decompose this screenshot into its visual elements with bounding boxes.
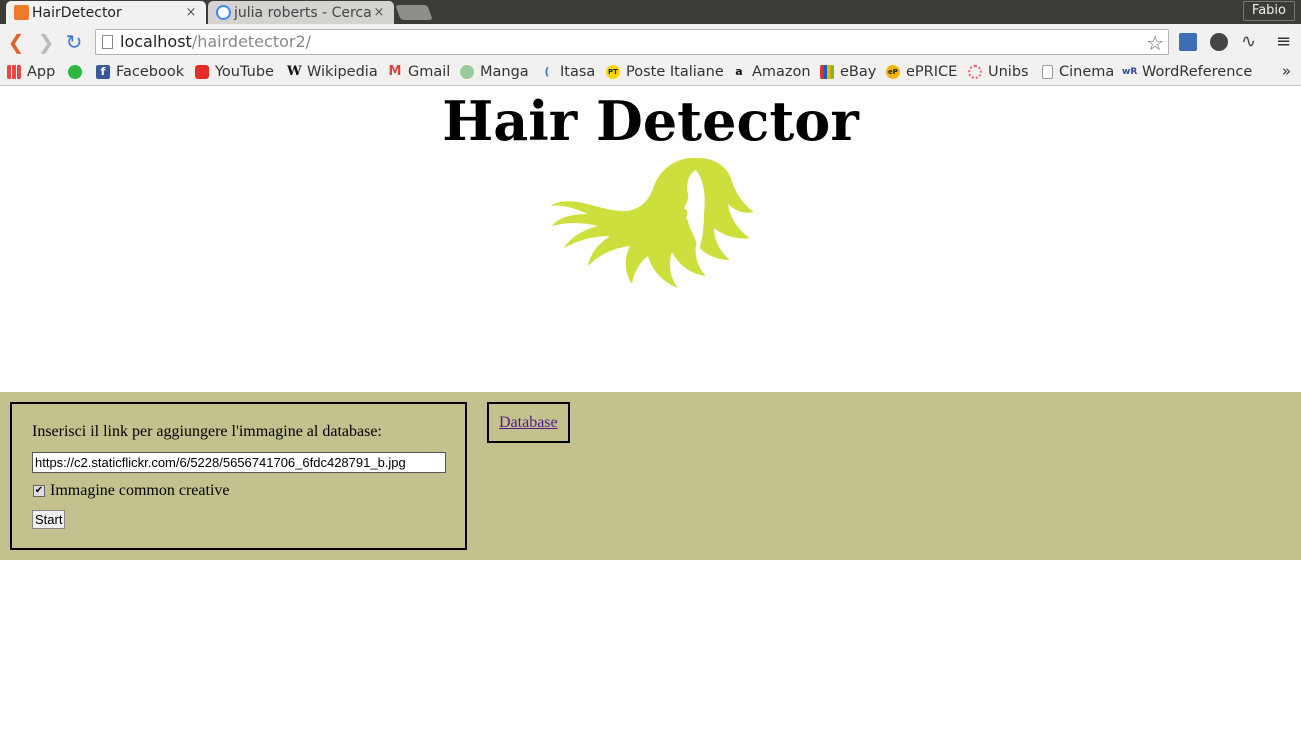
bookmark-whatsapp[interactable] <box>68 62 88 82</box>
ebay-icon <box>820 65 834 79</box>
bookmarks-bar: App f Facebook YouTube W Wikipedia M Gma… <box>0 60 1301 86</box>
bookmark-star-icon[interactable]: ☆ <box>1146 31 1164 55</box>
download-extension-icon[interactable] <box>1179 33 1197 51</box>
wikipedia-icon: W <box>287 64 302 79</box>
eprice-icon: eP <box>886 65 900 79</box>
page-title: Hair Detector <box>442 89 859 153</box>
link-prompt-label: Inserisci il link per aggiungere l'immag… <box>32 423 382 440</box>
hair-woman-logo <box>550 157 754 288</box>
google-icon <box>216 5 231 20</box>
bookmark-unibs[interactable]: Unibs <box>968 62 1029 82</box>
menu-icon[interactable]: ≡ <box>1276 33 1294 51</box>
apps-grid-icon <box>7 65 21 79</box>
page-icon <box>1042 65 1053 79</box>
bookmark-wikipedia[interactable]: W Wikipedia <box>287 62 378 82</box>
bookmark-manga[interactable]: Manga <box>460 62 529 82</box>
database-link[interactable]: Database <box>499 414 558 432</box>
bookmark-amazon[interactable]: a Amazon <box>732 62 810 82</box>
common-creative-row: ✔ Immagine common creative <box>32 482 229 500</box>
bookmark-gmail[interactable]: M Gmail <box>388 62 451 82</box>
forward-arrow-icon[interactable]: ❯ <box>36 32 56 52</box>
bookmark-ebay[interactable]: eBay <box>820 62 876 82</box>
whatsapp-icon <box>68 65 82 79</box>
browser-titlebar: HairDetector × julia roberts - Cerca c ×… <box>0 0 1301 24</box>
new-tab-button[interactable] <box>395 5 433 20</box>
bookmark-youtube[interactable]: YouTube <box>195 62 274 82</box>
itasa-icon: ( <box>544 65 550 78</box>
url-text: localhost/hairdetector2/ <box>120 32 312 51</box>
facebook-icon: f <box>96 65 110 79</box>
common-creative-checkbox[interactable]: ✔ <box>33 485 45 497</box>
back-arrow-icon[interactable]: ❮ <box>6 32 26 52</box>
profile-button[interactable]: Fabio <box>1242 1 1295 21</box>
add-image-form: Inserisci il link per aggiungere l'immag… <box>10 402 467 550</box>
address-bar[interactable]: localhost/hairdetector2/ ☆ <box>95 29 1169 55</box>
tab-title: julia roberts - Cerca c <box>234 4 372 21</box>
manga-icon <box>460 65 474 79</box>
database-box: Database <box>487 402 570 443</box>
bookmark-wordreference[interactable]: wR WordReference <box>1122 62 1252 82</box>
unibs-icon <box>968 65 982 79</box>
youtube-icon <box>195 65 209 79</box>
common-creative-label: Immagine common creative <box>50 482 230 499</box>
bookmark-poste-italiane[interactable]: PT Poste Italiane <box>606 62 724 82</box>
image-link-input[interactable]: https://c2.staticflickr.com/6/5228/56567… <box>32 452 446 473</box>
tab-hairdetector[interactable]: HairDetector × <box>6 1 206 24</box>
amazon-icon: a <box>735 65 743 78</box>
reload-icon[interactable]: ↻ <box>64 32 84 52</box>
tab-google-search[interactable]: julia roberts - Cerca c × <box>208 1 394 24</box>
close-tab-icon[interactable]: × <box>184 5 198 20</box>
close-tab-icon[interactable]: × <box>372 5 386 20</box>
pulse-extension-icon[interactable]: ∿ <box>1241 33 1259 51</box>
bookmark-itasa[interactable]: ( Itasa <box>540 62 595 82</box>
xampp-icon <box>14 5 29 20</box>
bookmark-cinema[interactable]: Cinema <box>1042 62 1114 82</box>
bookmark-app[interactable]: App <box>7 62 55 82</box>
tab-title: HairDetector <box>32 4 122 21</box>
bookmark-facebook[interactable]: f Facebook <box>96 62 184 82</box>
globe-extension-icon[interactable] <box>1210 33 1228 51</box>
start-button[interactable]: Start <box>32 510 66 529</box>
bookmarks-overflow-button[interactable]: » <box>1282 62 1291 80</box>
browser-toolbar: ❮ ❯ ↻ localhost/hairdetector2/ ☆ ∿ ≡ <box>0 24 1301 60</box>
poste-icon: PT <box>606 65 620 79</box>
page-content: Hair Detector Inserisci il link per aggi… <box>0 86 1301 743</box>
form-section: Inserisci il link per aggiungere l'immag… <box>0 392 1301 560</box>
wordreference-icon: wR <box>1122 67 1138 77</box>
bookmark-eprice[interactable]: eP ePRICE <box>886 62 957 82</box>
page-icon <box>102 35 113 49</box>
gmail-icon: M <box>388 64 402 79</box>
